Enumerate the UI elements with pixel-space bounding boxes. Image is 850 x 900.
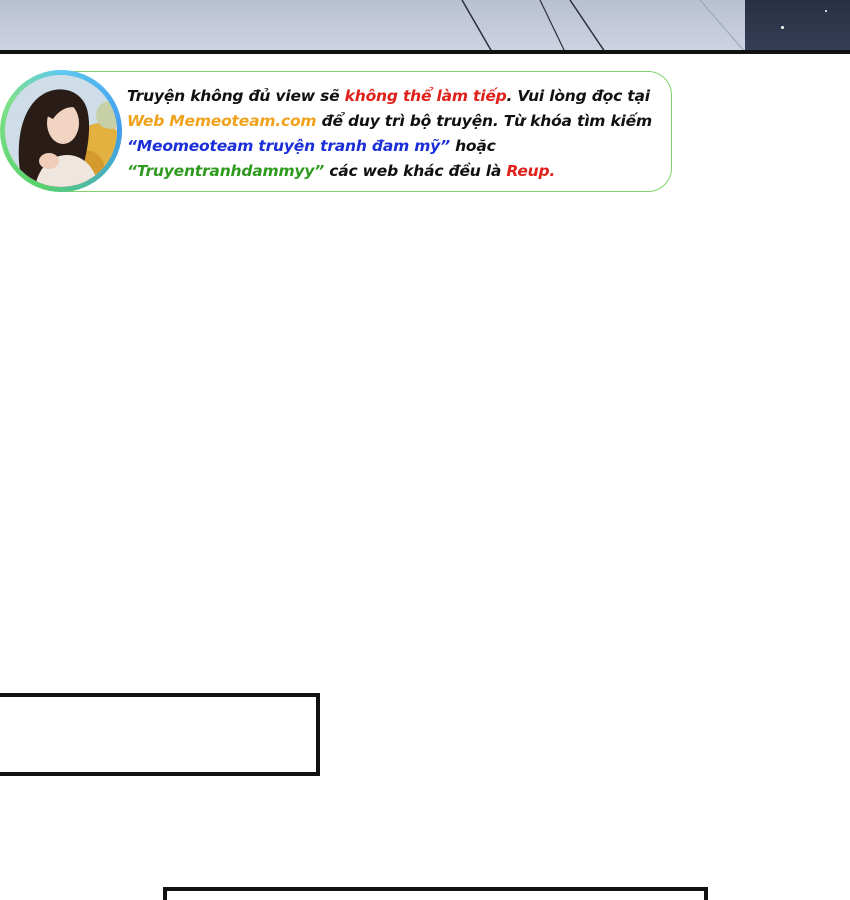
top-comic-panel: [0, 0, 850, 52]
notice-line-4: “Truyentranhdammyy” các web khác đều là …: [127, 159, 672, 184]
notice-text-segment: các web khác đều là: [324, 162, 507, 180]
avatar: [0, 70, 122, 192]
notice-text-segment: . Vui lòng đọc tại: [506, 87, 650, 105]
comic-panel-frame: [163, 887, 708, 900]
website-link[interactable]: Web Memeoteam.com: [127, 112, 317, 130]
star-dot: [825, 10, 827, 12]
notice-text-segment: để duy trì bộ truyện. Từ khóa tìm kiếm: [316, 112, 653, 130]
notice-text: Truyện không đủ view sẽ không thể làm ti…: [127, 84, 672, 184]
comic-panel-frame: [0, 693, 320, 776]
notice-text-segment: hoặc: [449, 137, 496, 155]
search-keyword-1: “Meomeoteam truyện tranh đam mỹ”: [127, 137, 450, 155]
notice-text-segment: Truyện không đủ view sẽ: [127, 87, 345, 105]
search-keyword-2: “Truyentranhdammyy”: [127, 162, 325, 180]
notice-line-2: Web Memeoteam.com để duy trì bộ truyện. …: [127, 109, 672, 134]
comic-page: Truyện không đủ view sẽ không thể làm ti…: [0, 0, 850, 900]
notice-line-1: Truyện không đủ view sẽ không thể làm ti…: [127, 84, 672, 109]
reup-warning-text: Reup.: [506, 162, 556, 180]
top-panel-sky: [0, 0, 746, 52]
top-panel-lines: [461, 0, 746, 52]
notice-warning-text: không thể làm tiếp: [344, 87, 507, 105]
panel-border: [0, 50, 850, 54]
top-panel-night: [745, 0, 850, 52]
star-dot: [781, 26, 784, 29]
avatar-photo: [5, 75, 117, 187]
avatar-portrait-icon: [5, 75, 117, 187]
notice-line-3: “Meomeoteam truyện tranh đam mỹ” hoặc: [127, 134, 672, 159]
